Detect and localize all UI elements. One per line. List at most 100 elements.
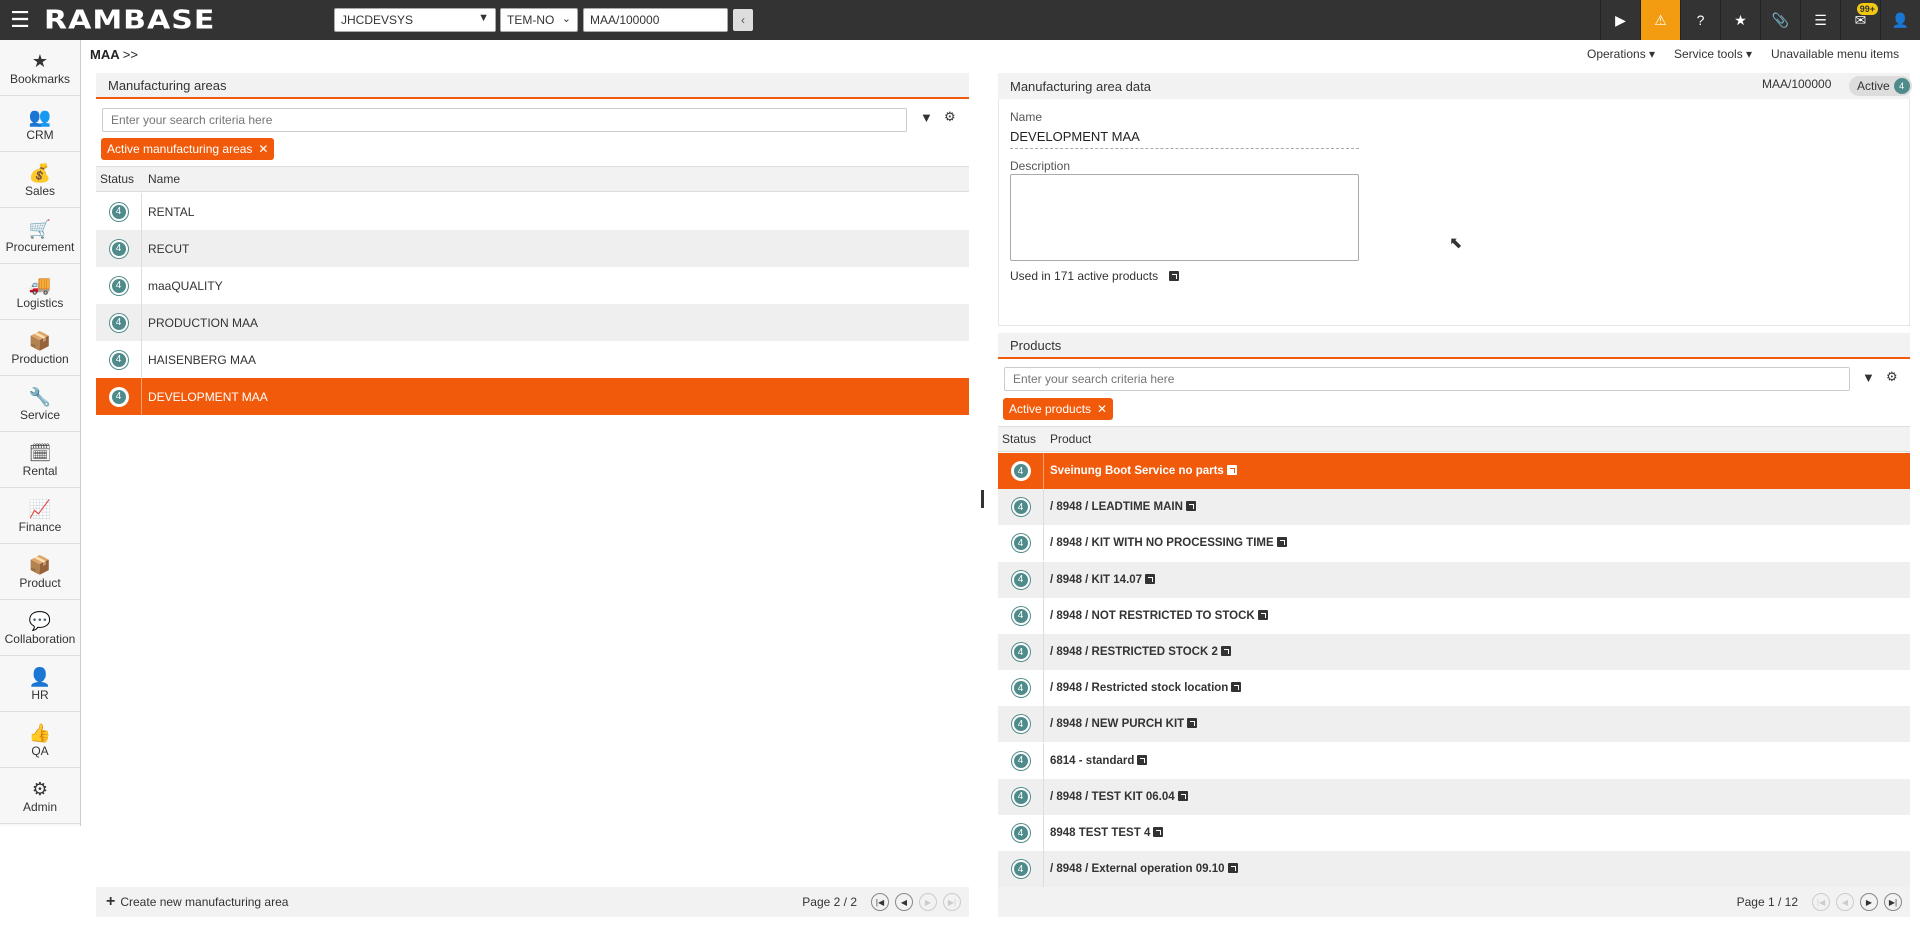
gear-icon[interactable]: ⚙ bbox=[1886, 369, 1898, 385]
nav-item-finance[interactable]: 📈 Finance bbox=[0, 488, 80, 544]
service-tools-menu[interactable]: Service tools ▾ bbox=[1674, 47, 1752, 61]
external-link-icon[interactable] bbox=[1137, 754, 1148, 765]
nav-item-logistics[interactable]: 🚚 Logistics bbox=[0, 264, 80, 320]
table-row[interactable]: 4 HAISENBERG MAA bbox=[96, 341, 969, 378]
notification-badge: 99+ bbox=[1856, 3, 1878, 15]
status-cell: 4 bbox=[96, 341, 142, 378]
collapse-button[interactable]: ‹ bbox=[733, 9, 753, 31]
table-row[interactable]: 4 maaQUALITY bbox=[96, 267, 969, 304]
filter-icon[interactable]: ▼ bbox=[1862, 370, 1875, 385]
name-field[interactable]: DEVELOPMENT MAA bbox=[1010, 129, 1359, 149]
column-status[interactable]: Status bbox=[96, 172, 142, 186]
table-row[interactable]: 4 DEVELOPMENT MAA bbox=[96, 378, 969, 415]
close-icon[interactable]: ✕ bbox=[1097, 402, 1107, 416]
operations-menu[interactable]: Operations ▾ bbox=[1587, 47, 1655, 61]
filter-chip-active-areas[interactable]: Active manufacturing areas ✕ bbox=[101, 138, 275, 160]
next-page-icon[interactable]: ▶ bbox=[1860, 893, 1878, 911]
create-manufacturing-area-button[interactable]: + Create new manufacturing area bbox=[106, 893, 288, 911]
nav-item-qa[interactable]: 👍 QA bbox=[0, 712, 80, 768]
product-name[interactable]: / 8948 / KIT WITH NO PROCESSING TIME bbox=[1050, 537, 1274, 549]
nav-item-crm[interactable]: 👥 CRM bbox=[0, 96, 80, 152]
nav-item-product[interactable]: 📦 Product bbox=[0, 544, 80, 600]
column-status[interactable]: Status bbox=[998, 432, 1044, 446]
external-link-icon[interactable] bbox=[1257, 609, 1268, 620]
table-row[interactable]: 4 / 8948 / NEW PURCH KIT bbox=[998, 706, 1910, 743]
nav-item-bookmarks[interactable]: ★ Bookmarks bbox=[0, 40, 80, 96]
status-cell: 4 bbox=[998, 597, 1044, 634]
product-name[interactable]: / 8948 / External operation 09.10 bbox=[1050, 863, 1225, 875]
external-link-icon[interactable] bbox=[1185, 501, 1196, 512]
help-icon[interactable]: ? bbox=[1680, 0, 1720, 40]
nav-item-sales[interactable]: 💰 Sales bbox=[0, 152, 80, 208]
external-link-icon[interactable] bbox=[1169, 271, 1180, 281]
external-link-icon[interactable] bbox=[1187, 718, 1198, 729]
product-name[interactable]: / 8948 / NOT RESTRICTED TO STOCK bbox=[1050, 610, 1255, 622]
nav-item-production[interactable]: 📦 Production bbox=[0, 320, 80, 376]
external-link-icon[interactable] bbox=[1177, 790, 1188, 801]
product-name[interactable]: / 8948 / TEST KIT 06.04 bbox=[1050, 791, 1175, 803]
user-icon[interactable]: 👤 bbox=[1880, 0, 1920, 40]
table-row[interactable]: 4 / 8948 / NOT RESTRICTED TO STOCK bbox=[998, 597, 1910, 634]
column-product[interactable]: Product bbox=[1044, 432, 1091, 446]
table-row[interactable]: 4 8948 TEST TEST 4 bbox=[998, 815, 1910, 851]
prev-page-icon[interactable]: ◀ bbox=[895, 893, 913, 911]
external-link-icon[interactable] bbox=[1145, 573, 1156, 584]
filter-icon[interactable]: ▼ bbox=[920, 110, 933, 125]
product-name[interactable]: / 8948 / RESTRICTED STOCK 2 bbox=[1050, 646, 1218, 658]
panel-splitter[interactable] bbox=[981, 490, 984, 508]
table-row[interactable]: 4 Sveinung Boot Service no parts bbox=[998, 453, 1910, 489]
warning-icon[interactable]: ⚠ bbox=[1640, 0, 1680, 40]
nav-item-procurement[interactable]: 🛒 Procurement bbox=[0, 208, 80, 264]
external-link-icon[interactable] bbox=[1153, 827, 1164, 837]
external-link-icon[interactable] bbox=[1276, 537, 1287, 548]
external-link-icon[interactable] bbox=[1226, 465, 1237, 475]
products-panel: Products ▼ ⚙ Active products ✕ Status Pro… bbox=[998, 333, 1910, 921]
product-name[interactable]: / 8948 / KIT 14.07 bbox=[1050, 574, 1142, 586]
product-name[interactable]: / 8948 / NEW PURCH KIT bbox=[1050, 718, 1184, 730]
mail-icon[interactable]: ✉ 99+ bbox=[1840, 0, 1880, 40]
table-row[interactable]: 4 / 8948 / LEADTIME MAIN bbox=[998, 489, 1910, 526]
star-icon[interactable]: ★ bbox=[1720, 0, 1760, 40]
play-icon[interactable]: ▶ bbox=[1600, 0, 1640, 40]
table-row[interactable]: 4 / 8948 / KIT WITH NO PROCESSING TIME bbox=[998, 525, 1910, 562]
external-link-icon[interactable] bbox=[1231, 682, 1242, 693]
close-icon[interactable]: ✕ bbox=[258, 142, 268, 156]
product-name[interactable]: / 8948 / Restricted stock location bbox=[1050, 682, 1228, 694]
last-page-icon[interactable]: ▶| bbox=[1884, 893, 1902, 911]
nav-item-admin[interactable]: ⚙ Admin bbox=[0, 768, 80, 824]
table-row[interactable]: 4 RENTAL bbox=[96, 193, 969, 230]
product-name[interactable]: 8948 TEST TEST 4 bbox=[1050, 827, 1150, 839]
external-link-icon[interactable] bbox=[1227, 863, 1238, 874]
company-select[interactable]: JHCDEVSYS ▼ bbox=[334, 8, 496, 32]
nav-item-service[interactable]: 🔧 Service bbox=[0, 376, 80, 432]
table-row[interactable]: 4 / 8948 / External operation 09.10 bbox=[998, 851, 1910, 888]
document-id-input[interactable]: MAA/100000 bbox=[583, 8, 728, 32]
paperclip-icon[interactable]: 📎 bbox=[1760, 0, 1800, 40]
nav-item-rental[interactable]: 🗓 Rental bbox=[0, 432, 80, 488]
table-row[interactable]: 4 RECUT bbox=[96, 230, 969, 267]
product-name[interactable]: 6814 - standard bbox=[1050, 755, 1134, 767]
search-input[interactable] bbox=[1004, 367, 1850, 391]
status-cell: 4 bbox=[998, 634, 1044, 670]
nav-item-hr[interactable]: 👤 HR bbox=[0, 656, 80, 712]
table-row[interactable]: 4 / 8948 / TEST KIT 06.04 bbox=[998, 778, 1910, 815]
external-link-icon[interactable] bbox=[1220, 646, 1231, 656]
first-page-icon[interactable]: |◀ bbox=[871, 893, 889, 911]
product-name[interactable]: Sveinung Boot Service no parts bbox=[1050, 465, 1224, 477]
table-row[interactable]: 4 6814 - standard bbox=[998, 742, 1910, 779]
locale-select[interactable]: TEM-NO ⌄ bbox=[500, 8, 578, 32]
filter-chip-active-products[interactable]: Active products ✕ bbox=[1003, 398, 1114, 420]
gear-icon[interactable]: ⚙ bbox=[944, 109, 956, 125]
unavailable-menu-items[interactable]: Unavailable menu items bbox=[1771, 47, 1899, 61]
nav-item-collaboration[interactable]: 💬 Collaboration bbox=[0, 600, 80, 656]
table-row[interactable]: 4 / 8948 / KIT 14.07 bbox=[998, 561, 1910, 598]
table-row[interactable]: 4 / 8948 / Restricted stock location bbox=[998, 670, 1910, 707]
search-input[interactable] bbox=[102, 108, 907, 132]
table-row[interactable]: 4 / 8948 / RESTRICTED STOCK 2 bbox=[998, 634, 1910, 670]
table-row[interactable]: 4 PRODUCTION MAA bbox=[96, 304, 969, 341]
column-name[interactable]: Name bbox=[142, 172, 180, 186]
product-name[interactable]: / 8948 / LEADTIME MAIN bbox=[1050, 501, 1183, 513]
menu-icon[interactable]: ☰ bbox=[0, 0, 40, 40]
description-field[interactable] bbox=[1010, 174, 1359, 261]
list-icon[interactable]: ☰ bbox=[1800, 0, 1840, 40]
